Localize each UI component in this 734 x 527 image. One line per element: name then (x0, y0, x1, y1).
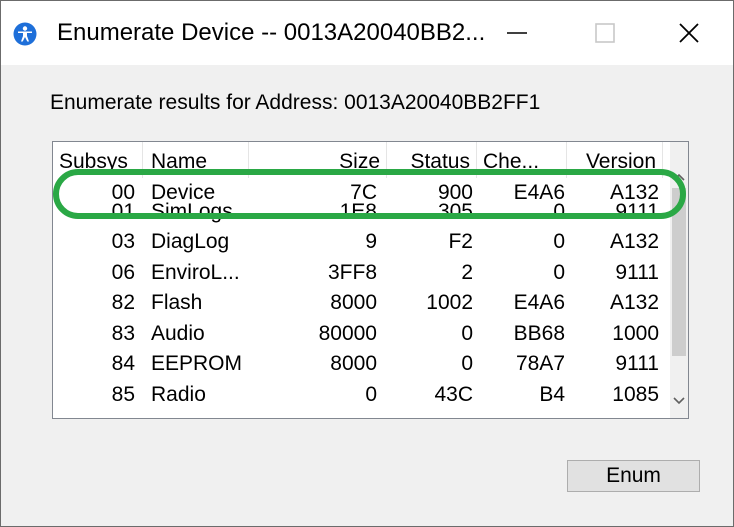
cell-name: EEPROM (151, 352, 243, 375)
column-header-name[interactable]: Name (145, 142, 249, 178)
cell-name: Flash (151, 291, 203, 314)
cell-name: Audio (151, 321, 205, 345)
title-bar[interactable]: Enumerate Device -- 0013A20040BB2... (1, 1, 733, 65)
cell-subsys: 01 (111, 199, 135, 223)
column-header-status[interactable]: Status (387, 142, 477, 178)
scroll-down-button[interactable] (670, 390, 688, 412)
cell-name: Radio (151, 382, 206, 406)
minimize-icon (507, 32, 527, 34)
table-row[interactable]: 82 Flash 8000 1002 E4A6 A132 (53, 288, 671, 319)
cell-version: 1000 (612, 321, 659, 345)
cell-name: DiagLog (151, 230, 230, 253)
cell-name: EnviroL... (151, 260, 240, 284)
close-button[interactable] (641, 1, 734, 65)
cell-checksum: 0 (553, 230, 565, 253)
listview-header: Subsys Name Size Status Che... Version (53, 142, 671, 178)
column-header-version[interactable]: Version (567, 142, 663, 178)
chevron-up-icon (673, 173, 685, 181)
cell-version: A132 (609, 291, 659, 314)
cell-checksum: 0 (553, 199, 565, 223)
chevron-down-icon (673, 397, 685, 405)
cell-status: 0 (461, 352, 473, 375)
cell-status: 305 (437, 199, 473, 223)
table-row[interactable]: 03 DiagLog 9 F2 0 A132 (53, 227, 671, 258)
minimize-button[interactable] (469, 1, 565, 65)
close-icon (679, 23, 699, 43)
person-accessibility-icon (13, 22, 37, 46)
results-label: Enumerate results for Address: 0013A2004… (50, 91, 541, 114)
scroll-up-button[interactable] (670, 166, 688, 188)
cell-checksum: B4 (539, 382, 565, 406)
vertical-scrollbar[interactable] (670, 142, 688, 418)
cell-version: 1085 (612, 382, 659, 406)
table-row[interactable]: 84 EEPROM 8000 0 78A7 9111 (53, 349, 671, 380)
cell-status: 2 (461, 260, 473, 284)
cell-checksum: E4A6 (513, 291, 565, 314)
cell-version: 9111 (615, 260, 659, 284)
cell-checksum: 0 (553, 260, 565, 284)
cell-version: A132 (609, 230, 659, 253)
cell-checksum: 78A7 (515, 352, 565, 375)
cell-subsys: 85 (111, 382, 135, 406)
cell-status: 1002 (426, 291, 473, 314)
cell-size: 8000 (330, 291, 377, 314)
cell-size: 8000 (330, 352, 377, 375)
cell-size: 0 (365, 382, 377, 406)
cell-version: 9111 (615, 199, 659, 223)
cell-subsys: 84 (111, 352, 135, 375)
table-row[interactable]: 83 Audio 80000 0 BB68 1000 (53, 319, 671, 350)
cell-subsys: 03 (111, 230, 135, 253)
column-header-size[interactable]: Size (249, 142, 387, 178)
window-title: Enumerate Device -- 0013A20040BB2... (57, 19, 486, 46)
cell-status: 43C (434, 382, 473, 406)
table-row[interactable]: 01 SimLogs 1E8 305 0 9111 (53, 197, 671, 228)
cell-size: 3FF8 (327, 260, 377, 284)
enum-button[interactable]: Enum (567, 460, 700, 492)
maximize-button[interactable] (557, 1, 653, 65)
cell-size: 1E8 (339, 199, 377, 223)
cell-checksum: BB68 (513, 321, 565, 345)
enumerate-device-window: Enumerate Device -- 0013A20040BB2... Enu… (0, 0, 734, 527)
results-listview[interactable]: Subsys Name Size Status Che... Version 0… (52, 141, 689, 419)
scrollbar-thumb[interactable] (672, 188, 686, 356)
cell-subsys: 83 (111, 321, 135, 345)
table-row[interactable]: 06 EnviroL... 3FF8 2 0 9111 (53, 258, 671, 289)
table-row[interactable]: 85 Radio 0 43C B4 1085 (53, 380, 671, 411)
column-header-subsys[interactable]: Subsys (53, 142, 143, 178)
cell-subsys: 06 (111, 260, 135, 284)
cell-subsys: 82 (111, 291, 135, 314)
maximize-icon (595, 23, 615, 43)
cell-size: 80000 (318, 321, 377, 345)
cell-size: 9 (365, 230, 377, 253)
cell-name: SimLogs (151, 199, 233, 223)
listview-rows: 00 Device 7C 900 E4A6 A132 01 SimLogs 1E… (53, 178, 671, 410)
cell-version: 9111 (615, 352, 659, 375)
column-header-checksum[interactable]: Che... (477, 142, 567, 178)
cell-status: F2 (448, 230, 473, 253)
cell-status: 0 (461, 321, 473, 345)
